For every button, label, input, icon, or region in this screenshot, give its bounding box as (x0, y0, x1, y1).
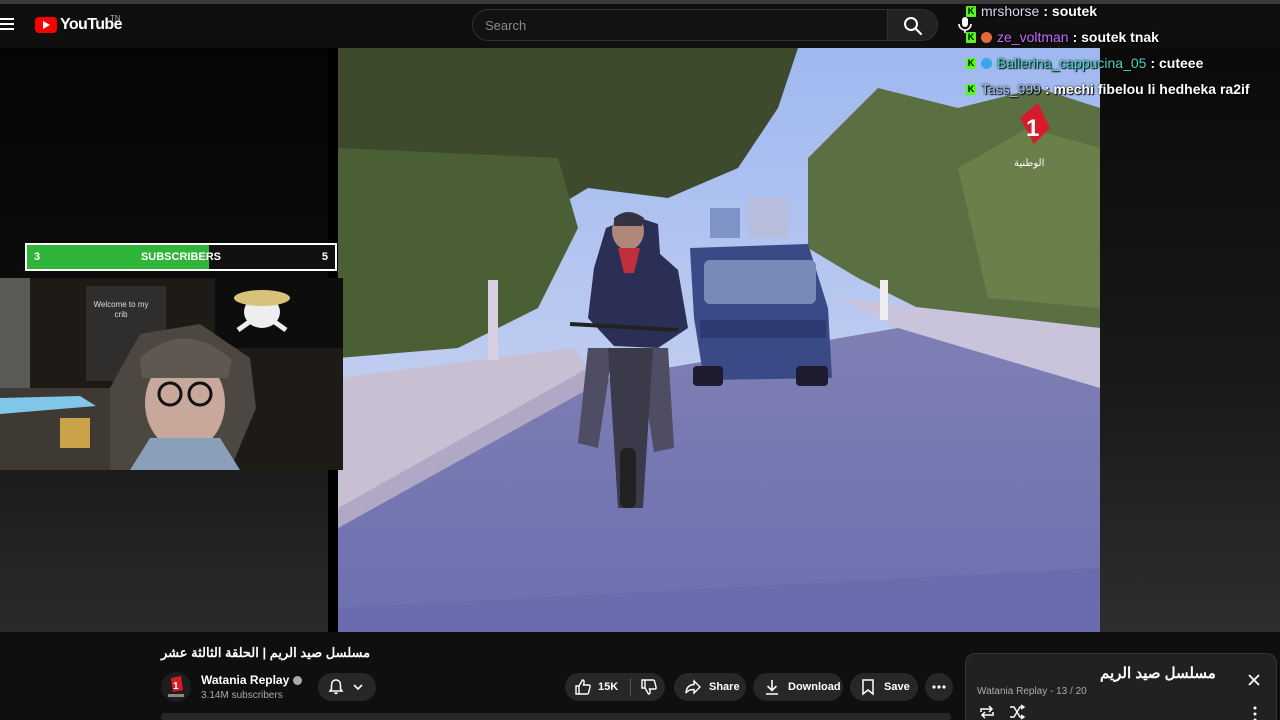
channel-logo-icon: 1 (168, 676, 184, 697)
share-button[interactable]: Share (674, 673, 746, 701)
download-button[interactable]: Download (753, 673, 843, 701)
poster-text: Welcome to my crib (92, 300, 150, 320)
youtube-watch-page: YouTube TN Search 1 الوطنية 3 SUBSCRIBER… (0, 0, 1280, 720)
svg-text:1: 1 (1026, 115, 1039, 142)
save-button[interactable]: Save (850, 673, 918, 701)
search-input[interactable] (473, 10, 887, 40)
svg-text:الوطنية: الوطنية (1014, 158, 1044, 169)
video-player[interactable]: 1 الوطنية (328, 48, 1100, 632)
playlist-subtitle: Watania Replay - 13 / 20 (977, 686, 1087, 697)
chat-message: K Ballerina_cappucina_05 : cuteee (966, 52, 1203, 74)
chat-text: : mechi fibelou li hedheka ra2if (1044, 81, 1250, 97)
description-panel-edge (161, 713, 951, 720)
video-title: مسلسل صيد الريم | الحلقة الثالثة عشر (161, 645, 371, 660)
chat-message: K mrshorse : soutek (966, 0, 1097, 22)
verified-icon (293, 676, 303, 686)
user-badge-icon (981, 57, 992, 69)
goal-target-value: 5 (321, 251, 328, 263)
video-scene-image: 1 الوطنية (338, 48, 1100, 632)
search-button[interactable] (888, 9, 938, 41)
country-code: TN (110, 14, 121, 23)
like-count: 15K (598, 681, 619, 693)
chat-text: : cuteee (1150, 55, 1204, 71)
notifications-button[interactable] (318, 673, 376, 701)
shuffle-playlist-button[interactable] (1008, 704, 1026, 720)
channel-subscriber-count: 3.14M subscribers (201, 690, 283, 701)
chat-message: K Tass_999 : mechi fibelou li hedheka ra… (966, 78, 1250, 100)
chat-username: mrshorse (981, 3, 1040, 19)
chat-text: : soutek tnak (1072, 29, 1159, 45)
kick-badge-icon: K (966, 5, 976, 17)
user-badge-icon (981, 31, 992, 43)
chevron-down-icon (353, 684, 363, 691)
channel-name[interactable]: Watania Replay (201, 673, 303, 687)
webcam-image (0, 278, 343, 470)
close-playlist-button[interactable] (1246, 672, 1262, 688)
share-icon (685, 679, 701, 695)
chat-username: ze_voltman (997, 29, 1069, 45)
bell-icon (328, 679, 344, 695)
share-label: Share (709, 681, 740, 693)
chat-username: Tass_999 (981, 81, 1041, 97)
playlist-title[interactable]: مسلسل صيد الريم (1100, 664, 1216, 682)
like-dislike-group: 15K (565, 673, 665, 701)
shuffle-icon (1010, 704, 1026, 720)
kick-badge-icon: K (966, 83, 976, 95)
channel-name-text: Watania Replay (201, 673, 290, 687)
save-label: Save (884, 681, 910, 693)
subscriber-goal-bar: 3 SUBSCRIBERS 5 (25, 243, 337, 271)
hamburger-menu-icon[interactable] (0, 16, 16, 32)
thumbs-down-icon (641, 679, 658, 695)
youtube-play-icon (35, 17, 57, 33)
chat-message: K ze_voltman : soutek tnak (966, 26, 1159, 48)
kick-badge-icon: K (966, 31, 976, 43)
search-box (472, 9, 888, 41)
goal-label: SUBSCRIBERS (140, 251, 222, 263)
streamer-webcam: Welcome to my crib (0, 278, 343, 470)
more-horizontal-icon (932, 685, 946, 689)
youtube-logo[interactable]: YouTube (35, 15, 122, 35)
loop-icon (980, 705, 994, 719)
kick-badge-icon: K (966, 57, 976, 69)
playlist-more-button[interactable] (1250, 704, 1260, 720)
channel-avatar[interactable]: 1 (161, 672, 191, 702)
poster-line-1: Welcome to my (93, 300, 149, 309)
download-icon (766, 680, 778, 695)
more-vertical-icon (1253, 706, 1257, 720)
video-frame: 1 الوطنية (338, 48, 1100, 632)
poster-line-2: crib (114, 310, 128, 319)
download-label: Download (788, 681, 841, 693)
bookmark-icon (862, 679, 874, 696)
thumbs-up-icon (575, 679, 591, 695)
close-icon (1248, 674, 1260, 686)
chat-overlay: K mrshorse : soutek K ze_voltman : soute… (960, 0, 1280, 104)
chat-text: : soutek (1043, 3, 1098, 19)
like-button[interactable]: 15K (573, 677, 618, 697)
svg-text:1: 1 (173, 681, 179, 692)
chat-username: Ballerina_cappucina_05 (997, 55, 1147, 71)
like-divider (630, 678, 632, 696)
search-icon (904, 17, 923, 36)
dislike-button[interactable] (639, 677, 659, 697)
player-right-backdrop (1100, 48, 1280, 632)
loop-playlist-button[interactable] (978, 704, 996, 720)
more-actions-button[interactable] (925, 673, 953, 701)
